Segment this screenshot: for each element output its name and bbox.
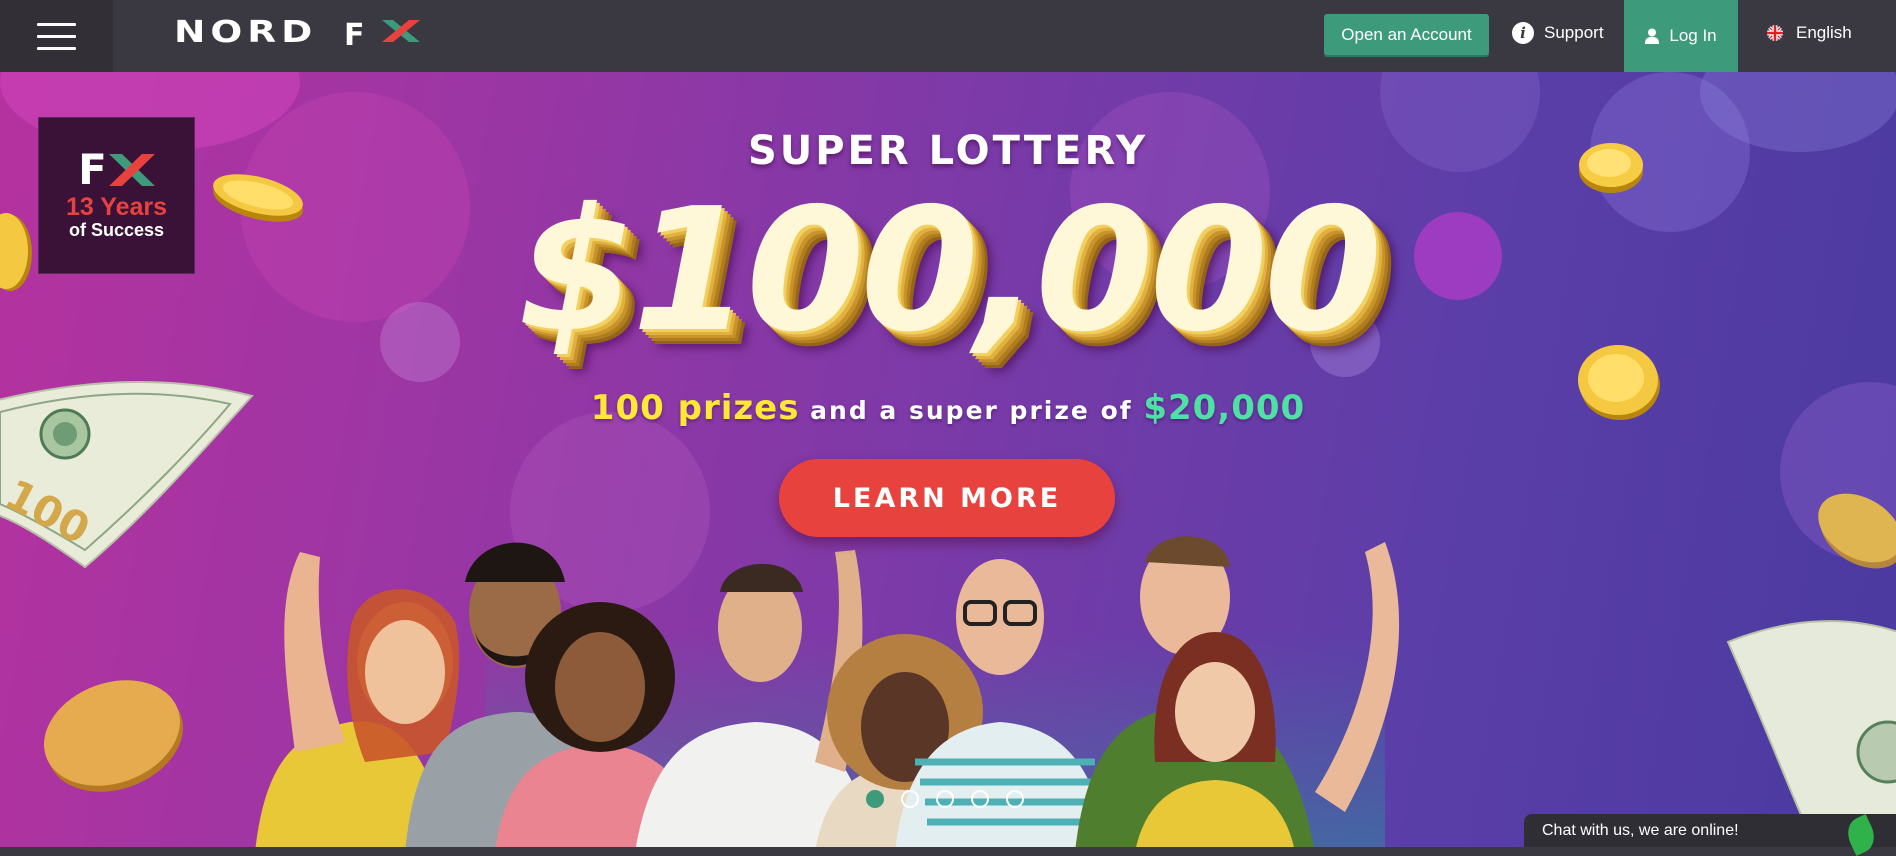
chat-label: Chat with us, we are online! [1542,821,1739,839]
gold-coin-icon [44,680,183,792]
login-label: Log In [1669,26,1717,45]
prize-subline: 100 prizes and a super prize of $20,000 [0,388,1896,428]
carousel-dot-4[interactable] [971,790,989,808]
login-button[interactable]: Log In [1624,0,1738,72]
user-icon [1645,28,1660,44]
logo-f-letter: F [344,18,365,53]
gold-coin-icon [1818,493,1896,569]
uk-flag-icon [1767,24,1783,41]
subline-middle-text: and a super prize of [799,396,1144,425]
support-label: Support [1544,22,1604,42]
top-navigation-bar: NORD F Open an Account i Support Log In [0,0,1896,72]
prizes-count-text: 100 prizes [590,388,800,428]
logo-x-mark-icon [382,20,420,42]
dollar-banknote-icon [1726,620,1896,847]
learn-more-button[interactable]: LEARN MORE [779,459,1115,537]
carousel-dot-1[interactable] [866,790,884,808]
language-selector[interactable]: English [1766,0,1852,65]
language-label: English [1796,22,1852,42]
carousel-pagination [866,790,1024,808]
support-link[interactable]: i Support [1512,0,1604,65]
lottery-hero-banner[interactable]: 100 F 13 Years of Success SUPER LOTTERY … [0,72,1896,847]
carousel-dot-5[interactable] [1006,790,1024,808]
carousel-dot-2[interactable] [901,790,919,808]
logo-wordmark: NORD [174,14,318,50]
promo-title: SUPER LOTTERY [747,128,1149,174]
leaf-icon [1842,814,1880,856]
live-chat-widget[interactable]: Chat with us, we are online! [1524,814,1896,856]
carousel-dot-3[interactable] [936,790,954,808]
nordfx-logo[interactable]: NORD F [174,15,420,53]
open-account-button[interactable]: Open an Account [1324,14,1489,55]
hamburger-menu-icon[interactable] [0,0,113,72]
prize-amount: $100,000 [517,172,1383,370]
info-icon: i [1512,21,1534,44]
super-prize-value: $20,000 [1143,388,1306,428]
